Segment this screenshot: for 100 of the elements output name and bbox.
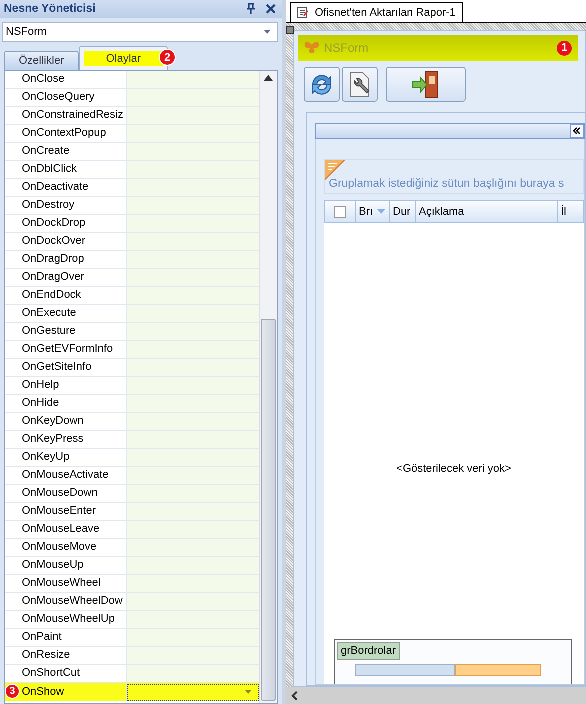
event-name[interactable]: OnPaint	[22, 631, 62, 643]
event-name[interactable]: OnConstrainedResiz	[22, 109, 124, 121]
event-value-field[interactable]	[127, 485, 259, 502]
event-value-field[interactable]	[127, 395, 259, 412]
resize-handle[interactable]	[286, 26, 294, 34]
event-value-field[interactable]	[127, 269, 259, 286]
event-name[interactable]: OnKeyPress	[22, 433, 84, 445]
event-value-field[interactable]	[127, 629, 259, 646]
group-label: grBordrolar	[337, 642, 400, 660]
event-name[interactable]: OnGesture	[22, 325, 76, 337]
event-value-field[interactable]	[127, 341, 259, 358]
event-name[interactable]: OnKeyUp	[22, 451, 70, 463]
pin-icon[interactable]	[246, 3, 256, 15]
event-name[interactable]: OnGetSiteInfo	[22, 361, 92, 373]
event-value-field[interactable]	[127, 521, 259, 538]
event-value-field[interactable]	[127, 684, 259, 700]
event-name[interactable]: OnDestroy	[22, 199, 75, 211]
event-name[interactable]: OnDragDrop	[22, 253, 84, 265]
event-value-field[interactable]	[127, 557, 259, 574]
empty-message: <Gösterilecek veri yok>	[396, 463, 512, 475]
column-header[interactable]: Açıklama	[416, 201, 558, 222]
settings-button[interactable]	[342, 67, 378, 102]
event-value-field[interactable]	[127, 359, 259, 376]
number-badge: 3	[5, 684, 20, 699]
event-value-field[interactable]	[127, 431, 259, 448]
event-value-field[interactable]	[127, 665, 259, 682]
event-value-field[interactable]	[127, 575, 259, 592]
event-name[interactable]: OnMouseActivate	[22, 469, 109, 481]
event-name[interactable]: OnDockDrop	[22, 217, 86, 229]
close-icon[interactable]	[266, 4, 276, 14]
event-name[interactable]: OnKeyDown	[22, 415, 84, 427]
column-header[interactable]: İl	[558, 201, 583, 222]
event-name[interactable]: OnGetEVFormInfo	[22, 343, 114, 355]
event-value-field[interactable]	[127, 611, 259, 628]
event-name[interactable]: OnDockOver	[22, 235, 86, 247]
event-value-field[interactable]	[127, 449, 259, 466]
tab[interactable]: Özellikler	[4, 51, 80, 70]
event-value-field[interactable]	[127, 107, 259, 124]
event-value-field[interactable]	[127, 71, 259, 88]
event-name[interactable]: OnMouseDown	[22, 487, 98, 499]
select-all-checkbox[interactable]	[334, 206, 346, 218]
event-value-field[interactable]	[127, 305, 259, 322]
event-name[interactable]: OnExecute	[22, 307, 76, 319]
event-value-field[interactable]	[127, 593, 259, 610]
event-value-field[interactable]	[127, 647, 259, 664]
event-value-field[interactable]	[127, 323, 259, 340]
event-name[interactable]: OnMouseWheelDow	[22, 595, 123, 607]
event-name[interactable]: OnCloseQuery	[22, 91, 95, 103]
event-value-field[interactable]	[127, 539, 259, 556]
event-value-field[interactable]	[127, 377, 259, 394]
event-name[interactable]: OnClose	[22, 73, 65, 85]
event-name[interactable]: OnDragOver	[22, 271, 84, 283]
event-name[interactable]: OnCreate	[22, 145, 70, 157]
event-value-field[interactable]	[127, 503, 259, 520]
event-value-field[interactable]	[127, 161, 259, 178]
event-name[interactable]: OnMouseWheelUp	[22, 613, 115, 625]
scroll-up-icon[interactable]	[264, 75, 273, 81]
event-name[interactable]: OnMouseEnter	[22, 505, 96, 517]
column-header[interactable]: Brı	[356, 201, 390, 222]
dropdown-icon	[245, 690, 252, 694]
event-value-field[interactable]	[127, 89, 259, 106]
event-name[interactable]: OnResize	[22, 649, 70, 661]
event-value-field[interactable]	[127, 467, 259, 484]
group-prompt: Gruplamak istediğiniz sütun başlığını buraya s	[329, 178, 564, 190]
event-value-field[interactable]	[127, 125, 259, 142]
event-name[interactable]: OnShortCut	[22, 667, 80, 679]
scroll-left-icon[interactable]	[291, 690, 299, 700]
double-chevron-icon	[573, 127, 581, 135]
number-badge: 1	[557, 40, 572, 56]
event-value-field[interactable]	[127, 287, 259, 304]
object-select[interactable]: NSForm	[2, 22, 278, 42]
event-name[interactable]: OnDeactivate	[22, 181, 89, 193]
document-tab[interactable]: Ofisnet'ten Aktarılan Rapor-1	[290, 2, 463, 22]
vertical-scrollbar[interactable]	[259, 71, 277, 703]
event-name[interactable]: OnHide	[22, 397, 60, 409]
event-value-field[interactable]	[127, 197, 259, 214]
refresh-button[interactable]	[304, 67, 340, 102]
horizontal-scrollbar[interactable]	[286, 687, 586, 704]
column-header[interactable]: Dur	[390, 201, 416, 222]
form-title: NSForm	[324, 41, 370, 55]
event-name[interactable]: OnShow	[22, 686, 64, 698]
event-value-field[interactable]	[127, 233, 259, 250]
event-value-field[interactable]	[127, 179, 259, 196]
exit-button[interactable]	[386, 67, 466, 102]
event-value-field[interactable]	[127, 215, 259, 232]
collapse-button[interactable]	[570, 124, 584, 138]
event-name[interactable]: OnMouseMove	[22, 541, 97, 553]
event-value-field[interactable]	[127, 251, 259, 268]
report-icon	[297, 6, 309, 18]
event-name[interactable]: OnMouseUp	[22, 559, 84, 571]
event-name[interactable]: OnContextPopup	[22, 127, 106, 139]
number-badge: 2	[159, 49, 176, 66]
event-name[interactable]: OnDblClick	[22, 163, 78, 175]
event-name[interactable]: OnMouseWheel	[22, 577, 101, 589]
event-name[interactable]: OnMouseLeave	[22, 523, 100, 535]
event-name[interactable]: OnEndDock	[22, 289, 82, 301]
event-value-field[interactable]	[127, 143, 259, 160]
scroll-thumb[interactable]	[261, 319, 276, 701]
event-name[interactable]: OnHelp	[22, 379, 60, 391]
event-value-field[interactable]	[127, 413, 259, 430]
